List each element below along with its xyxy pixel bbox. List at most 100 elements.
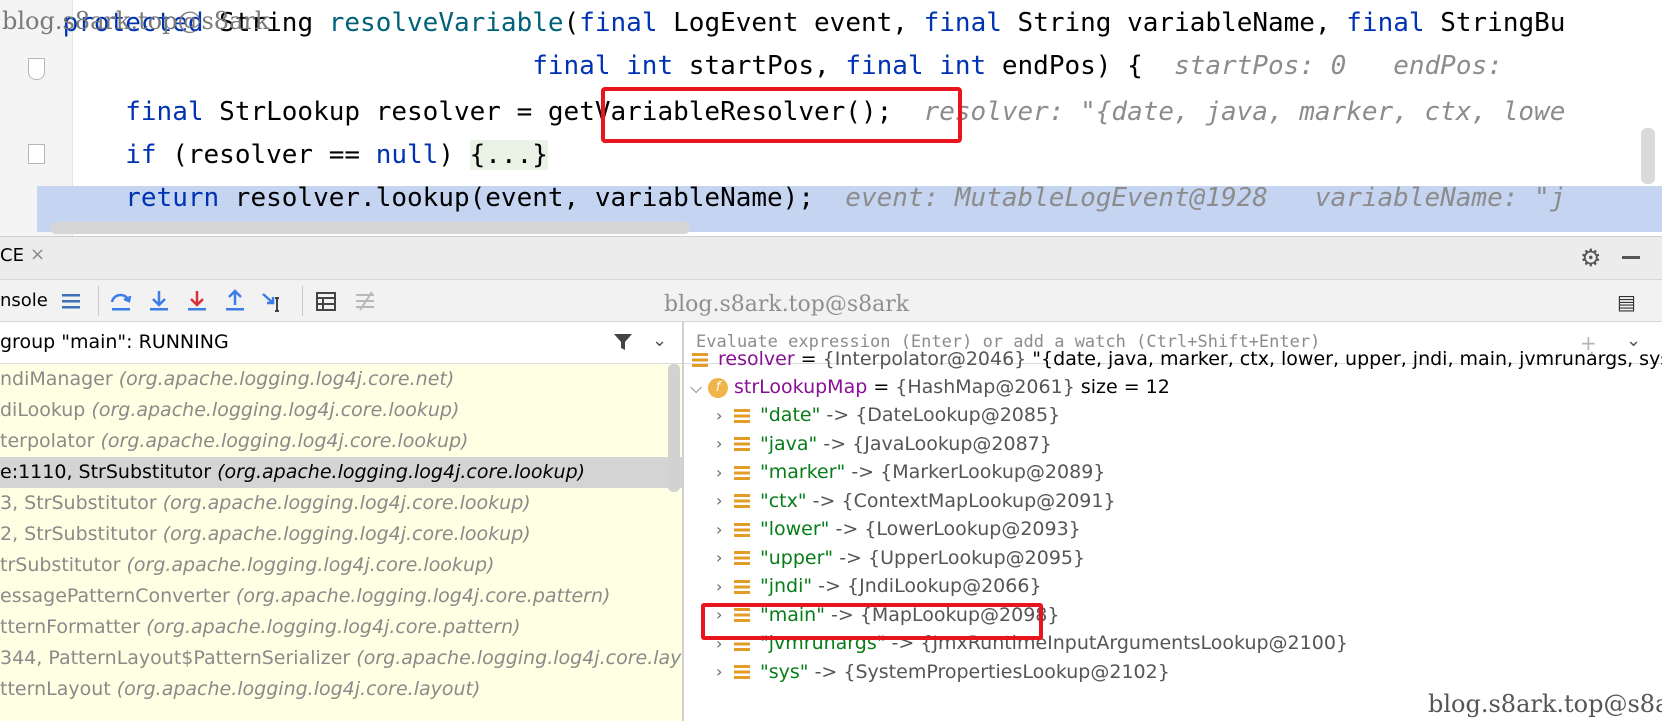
evaluate-icon[interactable] bbox=[311, 286, 341, 316]
map-entry-value: {MarkerLookup@2089} bbox=[880, 461, 1106, 483]
map-entry-key: "sys" bbox=[760, 660, 809, 683]
map-entry-key: "date" bbox=[760, 404, 821, 426]
chevron-right-icon[interactable]: › bbox=[716, 657, 734, 687]
map-entry-arrow: -> bbox=[829, 518, 865, 540]
map-entry-value: {JndiLookup@2066} bbox=[847, 575, 1042, 597]
chevron-right-icon[interactable]: › bbox=[716, 401, 734, 431]
map-entry-value: {ContextMapLookup@2091} bbox=[841, 489, 1116, 512]
frame-method: terpolator bbox=[0, 430, 101, 452]
map-entry-key: "java" bbox=[760, 432, 818, 455]
force-step-into-icon[interactable] bbox=[182, 286, 212, 316]
annotation-box-jndi-entry bbox=[701, 603, 1043, 640]
chevron-right-icon[interactable]: › bbox=[716, 543, 734, 573]
map-entry-key: "ctx" bbox=[760, 489, 807, 512]
frame-row[interactable]: essagePatternConverter (org.apache.loggi… bbox=[0, 581, 682, 612]
field-icon: f bbox=[708, 377, 728, 398]
toolbar-separator bbox=[302, 286, 303, 316]
frame-package: (org.apache.logging.log4j.core.net) bbox=[118, 368, 455, 390]
layout-icon[interactable]: ▤ bbox=[1617, 290, 1636, 314]
frame-row[interactable]: tternFormatter (org.apache.logging.log4j… bbox=[0, 612, 682, 643]
thread-label[interactable]: group "main": RUNNING bbox=[0, 331, 229, 353]
frame-row[interactable]: e:1110, StrSubstitutor (org.apache.loggi… bbox=[0, 457, 682, 488]
debug-session-tab[interactable]: CE bbox=[0, 245, 24, 266]
map-entry-arrow: -> bbox=[845, 461, 881, 483]
map-entry-key: "lower" bbox=[760, 518, 830, 540]
close-icon[interactable]: × bbox=[30, 244, 45, 265]
run-to-cursor-icon[interactable] bbox=[258, 286, 288, 316]
editor-vertical-scrollbar[interactable] bbox=[1641, 128, 1655, 184]
chevron-right-icon[interactable]: › bbox=[716, 458, 734, 488]
frame-row[interactable]: tternLayout (org.apache.logging.log4j.co… bbox=[0, 674, 682, 705]
frame-package: (org.apache.logging.log4j.core.lookup) bbox=[162, 523, 531, 545]
frame-method: e:1110, StrSubstitutor bbox=[0, 461, 218, 483]
filter-icon[interactable] bbox=[612, 331, 634, 353]
frame-method: 344, PatternLayout$PatternSerializer bbox=[0, 647, 357, 669]
code-line-4[interactable]: if (resolver == null) {...} bbox=[0, 132, 548, 178]
map-entry-icon bbox=[734, 494, 750, 508]
trace-icon[interactable] bbox=[350, 286, 380, 316]
code-line-2[interactable]: final int startPos, final int endPos) { … bbox=[0, 43, 1518, 89]
frame-package: (org.apache.logging.log4j.core.lookup) bbox=[100, 430, 469, 452]
map-entry-icon bbox=[734, 665, 750, 679]
map-entry-value: {UpperLookup@2095} bbox=[868, 546, 1086, 569]
frame-method: 2, StrSubstitutor bbox=[0, 523, 163, 545]
map-entry-arrow: -> bbox=[817, 432, 853, 455]
frame-row[interactable]: 2, StrSubstitutor (org.apache.logging.lo… bbox=[0, 519, 682, 550]
frame-package: (org.apache.logging.log4j.core.lookup) bbox=[217, 461, 586, 483]
frame-package: (org.apache.logging.log4j.core.lookup) bbox=[126, 554, 495, 576]
map-entry-icon bbox=[734, 408, 750, 423]
variable-resolver[interactable]: resolver = {Interpolator@2046} "{date, j… bbox=[692, 344, 1662, 374]
map-entry-key: "marker" bbox=[760, 461, 846, 483]
map-entry-row[interactable]: › "sys" -> {SystemPropertiesLookup@2102} bbox=[716, 657, 1170, 687]
map-entry-arrow: -> bbox=[833, 546, 869, 569]
code-line-5[interactable]: return resolver.lookup(event, variableNa… bbox=[0, 175, 1565, 221]
step-out-icon[interactable] bbox=[220, 286, 250, 316]
minimize-icon[interactable] bbox=[1622, 256, 1640, 259]
thread-selector[interactable]: group "main": RUNNING ⌄ bbox=[0, 322, 682, 364]
chevron-right-icon[interactable]: › bbox=[716, 429, 734, 459]
step-into-icon[interactable] bbox=[144, 286, 174, 316]
map-entry-row[interactable]: › "java" -> {JavaLookup@2087} bbox=[716, 429, 1052, 459]
map-entry-row[interactable]: › "jndi" -> {JndiLookup@2066} bbox=[716, 571, 1042, 601]
chevron-right-icon[interactable]: › bbox=[716, 486, 734, 516]
console-tab[interactable]: nsole bbox=[0, 290, 48, 311]
folded-block[interactable]: {...} bbox=[469, 140, 548, 170]
chevron-down-icon[interactable]: ⌄ bbox=[652, 330, 667, 351]
frame-row[interactable]: ndiManager (org.apache.logging.log4j.cor… bbox=[0, 364, 682, 395]
inline-debug-value: event: MutableLogEvent@1928 variableName… bbox=[813, 183, 1566, 213]
map-entry-arrow: -> bbox=[820, 404, 856, 426]
frame-method: 3, StrSubstitutor bbox=[0, 492, 163, 514]
frame-row[interactable]: 344, PatternLayout$PatternSerializer (or… bbox=[0, 643, 682, 674]
frame-package: (org.apache.logging.log4j.core.layout) bbox=[116, 678, 481, 700]
chevron-right-icon[interactable]: › bbox=[716, 572, 734, 602]
map-entry-icon bbox=[734, 551, 750, 565]
code-editor[interactable]: protected String resolveVariable(final L… bbox=[0, 0, 1662, 236]
menu-icon[interactable] bbox=[56, 286, 86, 316]
map-entry-row[interactable]: › "ctx" -> {ContextMapLookup@2091} bbox=[716, 486, 1116, 516]
frame-row[interactable]: terpolator (org.apache.logging.log4j.cor… bbox=[0, 426, 682, 457]
variable-icon bbox=[692, 352, 708, 367]
chevron-down-icon[interactable]: ⌵ bbox=[690, 373, 708, 403]
step-over-icon[interactable] bbox=[106, 286, 136, 316]
frame-row[interactable]: diLookup (org.apache.logging.log4j.core.… bbox=[0, 395, 682, 426]
gear-icon[interactable]: ⚙ bbox=[1580, 244, 1602, 272]
chevron-right-icon[interactable]: › bbox=[716, 515, 734, 545]
map-entry-row[interactable]: › "upper" -> {UpperLookup@2095} bbox=[716, 543, 1085, 573]
frame-method: tternLayout bbox=[0, 678, 117, 700]
map-entry-icon bbox=[734, 522, 750, 537]
frame-method: ndiManager bbox=[0, 368, 119, 390]
variable-strlookupmap[interactable]: ⌵ f strLookupMap = {HashMap@2061} size = 1… bbox=[690, 372, 1170, 402]
inline-debug-value: resolver: "{date, java, marker, ctx, low… bbox=[892, 97, 1566, 127]
map-entry-row[interactable]: › "date" -> {DateLookup@2085} bbox=[716, 400, 1060, 430]
editor-horizontal-scrollbar[interactable] bbox=[50, 222, 690, 234]
map-entry-row[interactable]: › "marker" -> {MarkerLookup@2089} bbox=[716, 457, 1105, 487]
map-entry-row[interactable]: › "lower" -> {LowerLookup@2093} bbox=[716, 514, 1081, 544]
frame-row[interactable]: 3, StrSubstitutor (org.apache.logging.lo… bbox=[0, 488, 682, 519]
frame-package: (org.apache.logging.log4j.core.lookup) bbox=[162, 492, 531, 514]
bottom-watermark: blog.s8ark.top@s8ark bbox=[1428, 690, 1662, 718]
frame-row[interactable]: trSubstitutor (org.apache.logging.log4j.… bbox=[0, 550, 682, 581]
frames-scrollbar[interactable] bbox=[668, 364, 680, 492]
map-entry-value: {SystemPropertiesLookup@2102} bbox=[843, 660, 1170, 683]
editor-watermark: blog.s8ark.top@s8ark bbox=[2, 7, 270, 35]
map-entry-value: {JavaLookup@2087} bbox=[852, 432, 1052, 455]
